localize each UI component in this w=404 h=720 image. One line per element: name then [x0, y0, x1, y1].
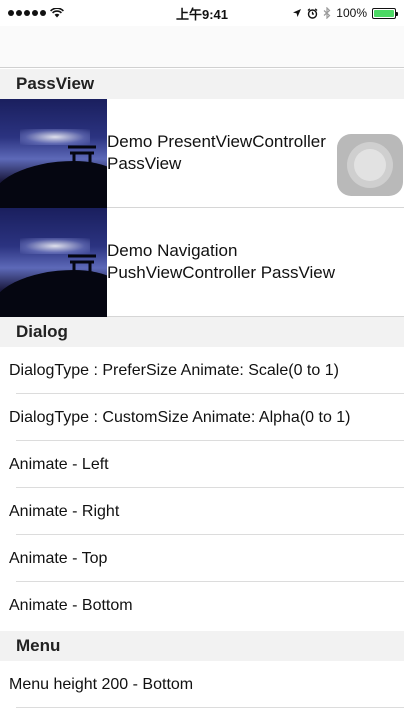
bluetooth-icon — [323, 7, 331, 19]
section-title: Menu — [16, 636, 61, 655]
menu-row[interactable]: Menu height 200 - Bottom — [0, 661, 404, 708]
row-label: Menu height 200 - Bottom — [9, 675, 194, 693]
dialog-row[interactable]: Animate - Bottom — [0, 582, 404, 629]
alarm-icon — [307, 7, 318, 19]
row-separator — [16, 707, 404, 708]
wifi-icon — [50, 8, 64, 18]
row-label: Animate - Right — [9, 502, 120, 520]
battery-icon — [372, 7, 398, 19]
status-time: 上午9:41 — [175, 6, 229, 22]
location-arrow-icon — [293, 9, 302, 17]
floating-assistive-button[interactable] — [337, 134, 403, 196]
passview-row-push[interactable]: Demo Navigation PushViewController PassV… — [0, 207, 404, 317]
status-left — [8, 8, 64, 18]
section-header-menu: Menu — [0, 631, 404, 661]
row-label: Animate - Top — [9, 549, 108, 567]
section-header-passview: PassView — [0, 69, 404, 99]
row-label: Animate - Bottom — [9, 596, 133, 614]
night-shrine-thumbnail — [0, 207, 107, 317]
dialog-row[interactable]: Animate - Left — [0, 441, 404, 488]
section-title: PassView — [16, 74, 95, 93]
dialog-row[interactable]: Animate - Right — [0, 488, 404, 535]
dialog-row[interactable]: Animate - Top — [0, 535, 404, 582]
passview-row-label: Demo PresentViewController PassView — [107, 132, 326, 173]
status-bar: 上午9:41 100% — [0, 0, 404, 26]
battery-fill — [374, 9, 394, 17]
section-header-dialog: Dialog — [0, 317, 404, 347]
signal-dots-icon — [8, 10, 46, 16]
night-shrine-thumbnail — [0, 98, 107, 208]
dialog-row[interactable]: DialogType : PreferSize Animate: Scale(0… — [0, 347, 404, 394]
dialog-row[interactable]: DialogType : CustomSize Animate: Alpha(0… — [0, 394, 404, 441]
section-title: Dialog — [16, 322, 68, 341]
row-label: Animate - Left — [9, 455, 109, 473]
passview-row-label: Demo Navigation PushViewController PassV… — [107, 241, 336, 282]
status-right: 100% — [292, 6, 398, 20]
navigation-bar — [0, 26, 404, 68]
battery-percent: 100% — [336, 6, 367, 20]
row-label: DialogType : PreferSize Animate: Scale(0… — [9, 361, 339, 379]
row-label: DialogType : CustomSize Animate: Alpha(0… — [9, 408, 351, 426]
